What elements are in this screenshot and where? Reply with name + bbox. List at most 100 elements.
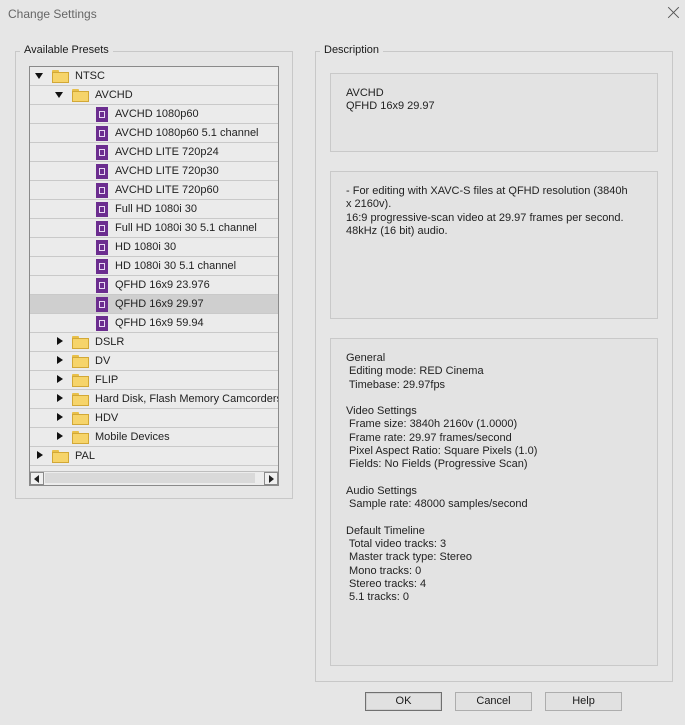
description-line: Master track type: Stereo <box>346 551 472 564</box>
tree-preset-row[interactable]: Full HD 1080i 30 5.1 channel <box>30 219 278 238</box>
preset-file-icon <box>96 259 108 274</box>
description-line: Audio Settings <box>346 484 417 497</box>
preset-file-icon <box>96 316 108 331</box>
description-line: Fields: No Fields (Progressive Scan) <box>346 458 528 471</box>
presets-tree[interactable]: NTSC AVCHD AVCHD 1080p60 AVCHD 1080p60 5.1 … <box>29 66 279 486</box>
description-line: Pixel Aspect Ratio: Square Pixels (1.0) <box>346 445 538 458</box>
horizontal-scrollbar[interactable] <box>30 471 278 485</box>
close-icon[interactable] <box>664 4 684 24</box>
folder-icon <box>72 336 89 349</box>
tree-folder-row[interactable]: Hard Disk, Flash Memory Camcorders <box>30 390 278 409</box>
ok-button[interactable]: OK <box>365 692 442 711</box>
tree-item-label: PAL <box>75 450 95 462</box>
tree-item-label: Hard Disk, Flash Memory Camcorders <box>95 393 279 405</box>
expand-arrow-down-icon[interactable] <box>34 71 44 81</box>
tree-item-label: DSLR <box>95 336 125 348</box>
description-line: Total video tracks: 3 <box>346 538 447 551</box>
tree-preset-row[interactable]: AVCHD 1080p60 5.1 channel <box>30 124 278 143</box>
expand-arrow-right-icon[interactable] <box>54 432 64 442</box>
tree-folder-row[interactable]: AVCHD <box>30 86 278 105</box>
preset-file-icon <box>96 297 108 312</box>
expand-arrow-right-icon[interactable] <box>54 375 64 385</box>
preset-file-icon <box>96 202 108 217</box>
folder-icon <box>72 393 89 406</box>
tree-item-label: DV <box>95 355 111 367</box>
description-line: Default Timeline <box>346 524 425 537</box>
tree-item-label: HD 1080i 30 <box>115 241 177 253</box>
tree-preset-row[interactable]: AVCHD LITE 720p30 <box>30 162 278 181</box>
tree-folder-row[interactable]: NTSC <box>30 67 278 86</box>
description-line: Mono tracks: 0 <box>346 564 422 577</box>
description-line: Frame rate: 29.97 frames/second <box>346 431 512 444</box>
description-line: General <box>346 352 386 364</box>
folder-icon <box>72 374 89 387</box>
folder-icon <box>72 431 89 444</box>
description-line: 16:9 progressive-scan video at 29.97 fra… <box>346 211 624 224</box>
description-line: Timebase: 29.97fps <box>346 378 446 391</box>
tree-folder-row[interactable]: HDV <box>30 409 278 428</box>
tree-item-label: AVCHD 1080p60 <box>115 108 199 120</box>
description-summary: AVCHD QFHD 16x9 29.97 <box>330 73 658 152</box>
tree-item-label: Full HD 1080i 30 <box>115 203 197 215</box>
tree-item-label: Mobile Devices <box>95 431 170 443</box>
folder-icon <box>52 70 69 83</box>
description-line: AVCHD <box>346 87 384 99</box>
tree-preset-row[interactable]: AVCHD LITE 720p60 <box>30 181 278 200</box>
preset-file-icon <box>96 164 108 179</box>
preset-file-icon <box>96 221 108 236</box>
description-line: x 2160v). <box>346 198 392 211</box>
tree-item-label: AVCHD LITE 720p60 <box>115 184 219 196</box>
description-line <box>346 392 642 405</box>
description-line: QFHD 16x9 29.97 <box>346 100 435 113</box>
preset-file-icon <box>96 107 108 122</box>
tree-preset-row[interactable]: QFHD 16x9 29.97 <box>30 295 278 314</box>
expand-arrow-right-icon[interactable] <box>34 451 44 461</box>
tree-item-label: NTSC <box>75 70 105 82</box>
preset-file-icon <box>96 278 108 293</box>
description-line: Editing mode: RED Cinema <box>346 365 484 378</box>
available-presets-label: Available Presets <box>20 44 113 56</box>
description-line: 48kHz (16 bit) audio. <box>346 224 448 237</box>
tree-folder-row[interactable]: DV <box>30 352 278 371</box>
tree-preset-row[interactable]: HD 1080i 30 <box>30 238 278 257</box>
preset-file-icon <box>96 145 108 160</box>
tree-folder-row[interactable]: Mobile Devices <box>30 428 278 447</box>
tree-preset-row[interactable]: QFHD 16x9 23.976 <box>30 276 278 295</box>
tree-preset-row[interactable]: AVCHD LITE 720p24 <box>30 143 278 162</box>
tree-item-label: AVCHD LITE 720p30 <box>115 165 219 177</box>
scroll-left-button[interactable] <box>30 472 44 485</box>
expand-arrow-right-icon[interactable] <box>54 337 64 347</box>
help-button[interactable]: Help <box>545 692 622 711</box>
tree-preset-row[interactable]: Full HD 1080i 30 <box>30 200 278 219</box>
description-line: - For editing with XAVC-S files at QFHD … <box>346 185 628 197</box>
tree-preset-row[interactable]: HD 1080i 30 5.1 channel <box>30 257 278 276</box>
description-details: - For editing with XAVC-S files at QFHD … <box>330 171 658 319</box>
tree-item-label: Full HD 1080i 30 5.1 channel <box>115 222 257 234</box>
cancel-button[interactable]: Cancel <box>455 692 532 711</box>
preset-file-icon <box>96 183 108 198</box>
description-line: 5.1 tracks: 0 <box>346 591 409 604</box>
description-line <box>346 512 642 525</box>
scroll-thumb[interactable] <box>45 473 255 483</box>
description-line: Video Settings <box>346 405 417 418</box>
tree-preset-row[interactable]: AVCHD 1080p60 <box>30 105 278 124</box>
tree-item-label: AVCHD LITE 720p24 <box>115 146 219 158</box>
tree-item-label: QFHD 16x9 23.976 <box>115 279 210 291</box>
expand-arrow-right-icon[interactable] <box>54 413 64 423</box>
description-settings: General Editing mode: RED Cinema Timebas… <box>330 338 658 666</box>
tree-item-label: AVCHD 1080p60 5.1 channel <box>115 127 259 139</box>
description-label: Description <box>320 44 384 56</box>
scroll-right-button[interactable] <box>264 472 278 485</box>
tree-folder-row[interactable]: FLIP <box>30 371 278 390</box>
presets-tree-rows: NTSC AVCHD AVCHD 1080p60 AVCHD 1080p60 5.1 … <box>30 67 278 466</box>
expand-arrow-right-icon[interactable] <box>54 394 64 404</box>
expand-arrow-right-icon[interactable] <box>54 356 64 366</box>
tree-folder-row[interactable]: PAL <box>30 447 278 466</box>
tree-item-label: HDV <box>95 412 119 424</box>
tree-preset-row[interactable]: QFHD 16x9 59.94 <box>30 314 278 333</box>
expand-arrow-down-icon[interactable] <box>54 90 64 100</box>
preset-file-icon <box>96 126 108 141</box>
description-line: Sample rate: 48000 samples/second <box>346 498 528 511</box>
tree-item-label: FLIP <box>95 374 119 386</box>
tree-folder-row[interactable]: DSLR <box>30 333 278 352</box>
